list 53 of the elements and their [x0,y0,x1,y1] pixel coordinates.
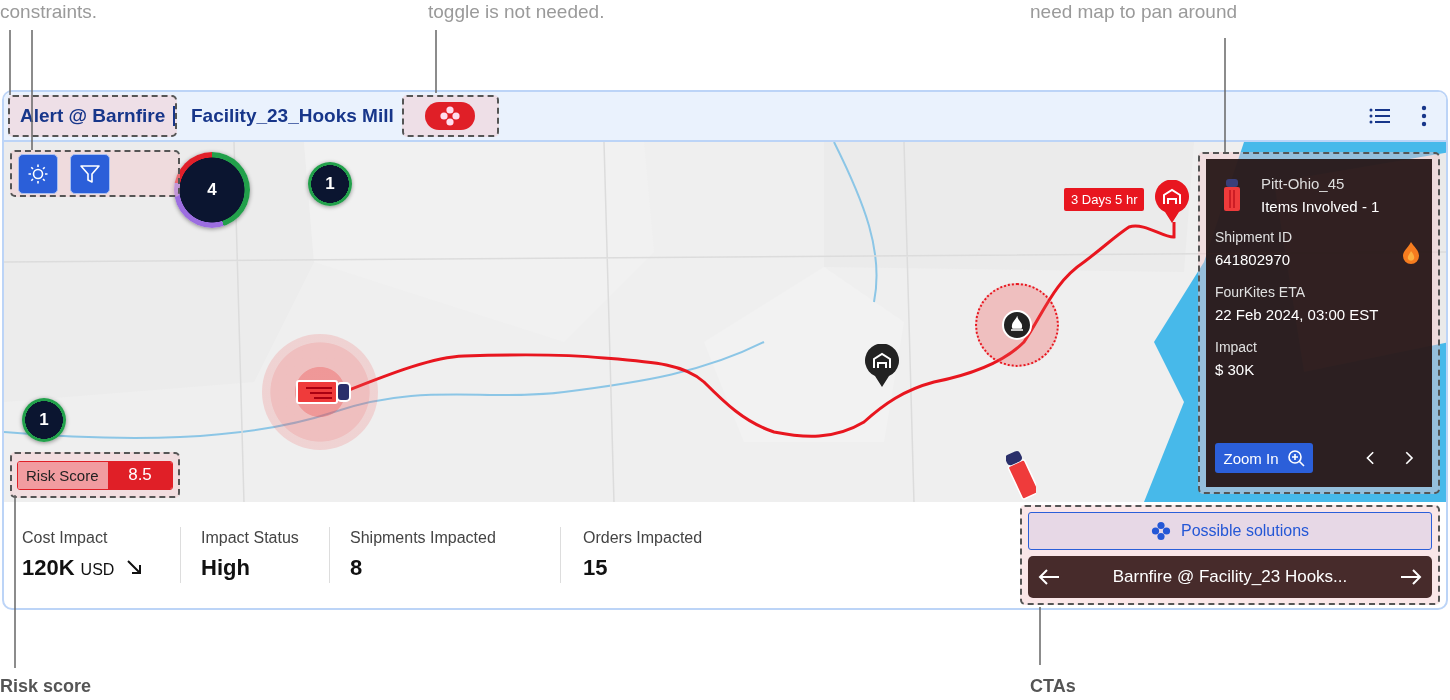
annotation-note: toggle is not needed. [428,0,606,24]
risk-label: Risk Score [18,461,108,489]
field-label: Shipment ID [1215,229,1294,245]
zoom-in-icon [1286,449,1305,467]
stat-label: Shipments Impacted [350,529,497,547]
stat-value: 8 [350,555,363,581]
eta-badge: 3 Days 5 hr [1064,188,1145,211]
field-value: 22 Feb 2024, 03:00 EST [1215,306,1379,323]
carrier-name: Pitt-Ohio_45 [1261,175,1346,192]
alert-nav-button[interactable]: Barnfire @ Facility_23 Hooks... [1028,555,1432,598]
field-value: $ 30K [1215,361,1255,378]
risk-value: 8.5 [108,461,172,489]
stat-value: High [201,555,250,581]
truck-icon[interactable] [1006,448,1036,500]
leader-line [1039,606,1041,666]
annotation-label: CTAs [1030,675,1077,698]
facility-title: Facility_23_Hooks Mill [191,105,394,127]
solutions-toggle[interactable] [425,102,476,130]
annotation-note: need map to pan around [1030,0,1239,24]
warehouse-pin-icon[interactable] [864,344,900,388]
filter-icon [79,162,101,185]
stat-unit: USD [80,561,115,579]
stat-value: 15 [583,555,608,581]
stat-value: 120K [22,555,75,581]
truck-icon [1223,178,1241,212]
sun-icon [27,162,49,185]
field-value: 641802970 [1215,251,1291,268]
trend-down-icon [126,559,143,575]
stat-label: Cost Impact [22,529,109,547]
truck-icon[interactable] [296,379,352,405]
more-icon[interactable] [1420,105,1428,127]
flame-icon [1402,241,1420,265]
zoom-in-button[interactable]: Zoom In [1215,443,1314,473]
arrow-right-icon [1400,567,1422,586]
leader-line [435,29,437,94]
field-label: FourKites ETA [1215,284,1306,300]
annotation-label: Risk score [0,675,93,698]
facility-pin-icon[interactable] [1154,180,1190,224]
fire-marker-icon[interactable] [1002,310,1032,340]
items-involved: Items Involved - 1 [1261,198,1380,215]
list-icon[interactable] [1368,106,1392,126]
arrow-left-icon [1038,567,1060,586]
possible-solutions-button[interactable]: Possible solutions [1028,512,1432,550]
settings-button[interactable] [18,153,58,194]
dots-icon [1150,520,1171,541]
dots-icon [439,105,462,127]
annotation-note: constraints. [0,0,99,24]
filter-button[interactable] [70,153,110,194]
alert-title: Alert @ Barnfire [20,105,166,127]
stat-label: Impact Status [201,529,300,547]
field-label: Impact [1215,339,1258,355]
leader-line [9,29,11,96]
stat-label: Orders Impacted [583,529,703,547]
